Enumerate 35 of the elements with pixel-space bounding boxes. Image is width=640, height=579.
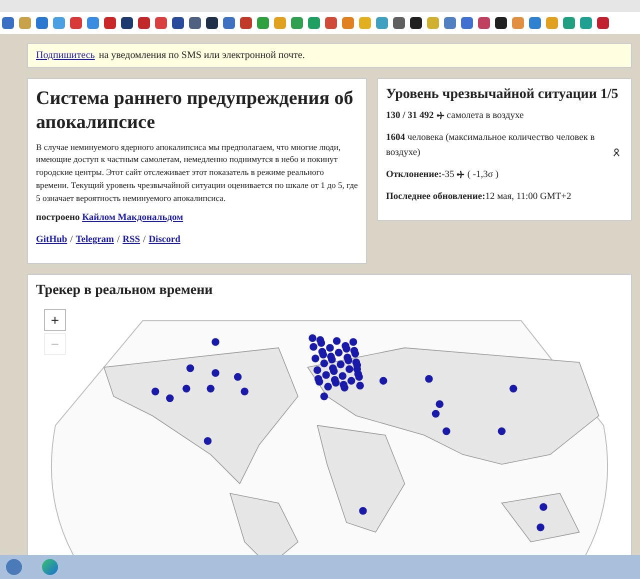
social-link[interactable]: RSS (122, 235, 140, 246)
social-link[interactable]: Discord (148, 235, 180, 246)
people-text: 1604 человека (максимальное количество человек в воздухе) (386, 132, 596, 160)
banner-text: на уведомления по SMS или электронной почте. (98, 50, 305, 61)
plane-icon (436, 111, 445, 120)
bookmark-icon[interactable] (206, 17, 218, 29)
bookmark-icon[interactable] (172, 17, 184, 29)
person-icon (612, 148, 621, 157)
zoom-in-button[interactable]: + (44, 309, 66, 332)
status-title: Уровень чрезвычайной ситуации 1/5 (386, 87, 620, 103)
bookmark-icon[interactable] (189, 17, 201, 29)
subscribe-link[interactable]: Подпишитесь (36, 50, 95, 61)
author-link[interactable]: Кайлом Макдональдом (82, 212, 184, 223)
built-by-label: построено (36, 212, 80, 223)
bookmark-icon[interactable] (121, 17, 133, 29)
intro-paragraph: В случае неминуемого ядерного апокалипсиса мы предполагаем, что многие люди, имеющие доступ к частным самолетам, немедленно поднимутся в небо и покинут городские центры. Этот сайт отслеживает этот показатель в режиме реального времени. Текущий уровень чрезвычайной ситуации оценивается по шкале от 1 до 5, где 5 означает вероятность неминуемого апокалипсиса. (36, 140, 358, 205)
planes-text: самолета в воздухе (446, 111, 524, 121)
bookmark-icon[interactable] (597, 17, 609, 29)
deviation-value: -35 (442, 170, 454, 180)
page-title: Система раннего предупреждения об апокалипсисе (36, 87, 354, 134)
updated-label: Последнее обновление: (386, 192, 486, 202)
planes-count: 130 / 31 492 (386, 111, 434, 121)
separator: / (70, 235, 73, 246)
separator: / (116, 235, 120, 246)
bookmark-icon[interactable] (495, 17, 507, 29)
separator: / (143, 235, 146, 246)
updated-value: 12 мая, 11:00 GMT+2 (485, 192, 572, 202)
bookmark-icon[interactable] (410, 17, 422, 29)
deviation-label: Отклонение: (386, 170, 442, 180)
bookmark-icon[interactable] (393, 17, 405, 29)
social-link[interactable]: Telegram (76, 235, 114, 246)
deviation-sigma: ( -1,3σ ) (467, 170, 499, 180)
plane-icon (456, 170, 466, 180)
social-link[interactable]: GitHub (36, 235, 68, 246)
tracker-title: Трекер в реальном времени (36, 283, 214, 300)
